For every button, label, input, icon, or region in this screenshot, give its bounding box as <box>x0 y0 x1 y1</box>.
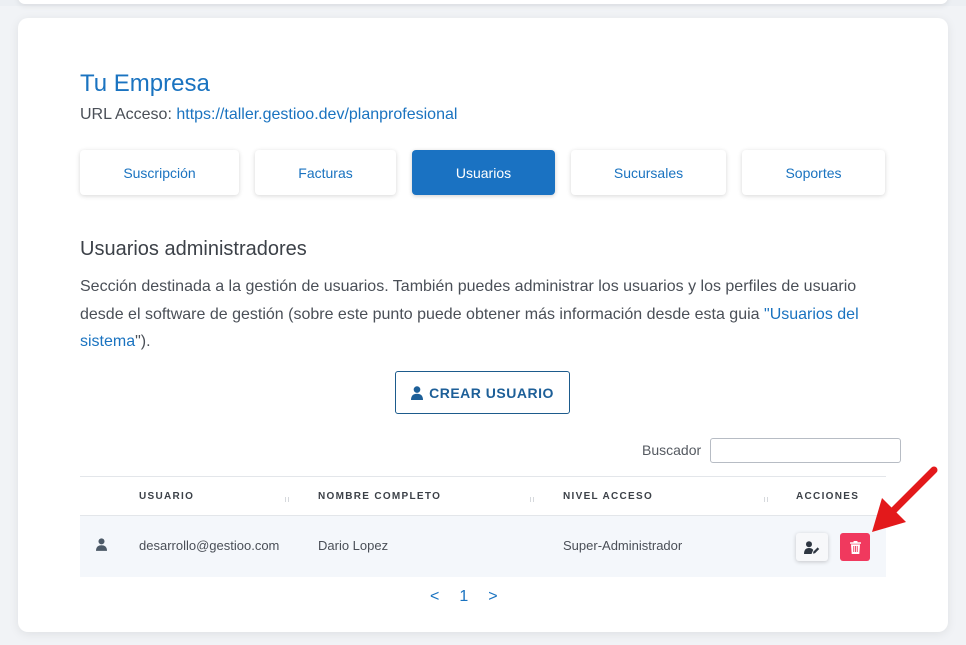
tab-suscripcion[interactable]: Suscripción <box>80 150 239 195</box>
header-nombre-completo[interactable]: NOMBRE COMPLETO <box>318 491 441 502</box>
user-icon <box>96 538 107 551</box>
access-url-label: URL Acceso: <box>80 106 172 123</box>
users-table: USUARIO NOMBRE COMPLETO NIVEL ACCESO ACC… <box>80 476 886 577</box>
pagination-next[interactable]: > <box>488 588 497 606</box>
sort-icon[interactable] <box>285 497 289 502</box>
tab-facturas[interactable]: Facturas <box>255 150 396 195</box>
header-acciones: ACCIONES <box>796 491 860 502</box>
search-input[interactable] <box>710 438 901 463</box>
tab-usuarios[interactable]: Usuarios <box>412 150 555 195</box>
sort-icon[interactable] <box>530 497 534 502</box>
user-edit-icon <box>804 540 820 554</box>
background-strip <box>0 0 966 6</box>
sort-icon[interactable] <box>764 497 768 502</box>
previous-card-edge <box>18 0 948 4</box>
access-url-link[interactable]: https://taller.gestioo.dev/planprofesion… <box>176 106 457 123</box>
create-user-label: CREAR USUARIO <box>429 384 554 401</box>
table-row: desarrollo@gestioo.com Dario Lopez Super… <box>80 516 886 577</box>
section-title: Usuarios administradores <box>80 238 307 260</box>
search-label: Buscador <box>642 442 702 458</box>
section-description-text: Sección destinada a la gestión de usuari… <box>80 278 857 323</box>
tab-sucursales[interactable]: Sucursales <box>571 150 726 195</box>
table-header: USUARIO NOMBRE COMPLETO NIVEL ACCESO ACC… <box>80 476 886 516</box>
pagination: < 1 > <box>430 586 498 608</box>
pagination-prev[interactable]: < <box>430 588 439 606</box>
edit-user-button[interactable] <box>796 533 828 561</box>
cell-nombre: Dario Lopez <box>318 538 389 553</box>
cell-usuario: desarrollo@gestioo.com <box>139 538 280 553</box>
desc-end: "). <box>135 333 151 350</box>
account-card: Tu Empresa URL Acceso: https://taller.ge… <box>18 18 948 632</box>
cell-nivel: Super-Administrador <box>563 538 683 553</box>
section-description: Sección destinada a la gestión de usuari… <box>80 273 870 356</box>
tab-soportes[interactable]: Soportes <box>742 150 885 195</box>
create-user-button[interactable]: CREAR USUARIO <box>395 371 570 414</box>
access-url-line: URL Acceso: https://taller.gestioo.dev/p… <box>80 106 457 124</box>
header-usuario[interactable]: USUARIO <box>139 491 194 502</box>
company-name: Tu Empresa <box>80 70 210 97</box>
pagination-page-1[interactable]: 1 <box>459 588 468 606</box>
header-nivel-acceso[interactable]: NIVEL ACCESO <box>563 491 653 502</box>
delete-user-button[interactable] <box>840 533 870 561</box>
annotation-arrow-icon <box>872 466 938 532</box>
trash-icon <box>849 540 861 554</box>
user-icon <box>411 385 424 400</box>
